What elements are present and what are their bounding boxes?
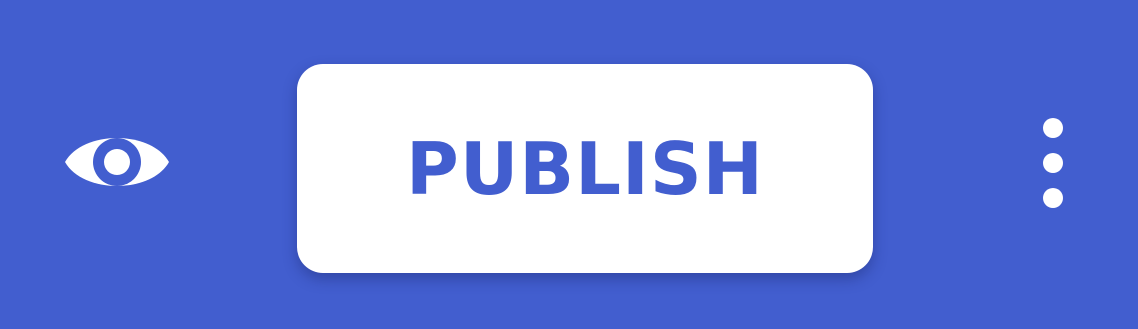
more-options-button[interactable] xyxy=(1025,110,1081,216)
more-vertical-icon xyxy=(1043,118,1063,208)
publish-button-label: PUBLISH xyxy=(406,126,764,211)
preview-button[interactable] xyxy=(58,120,176,204)
publish-button[interactable]: PUBLISH xyxy=(297,64,873,273)
publish-toolbar: PUBLISH xyxy=(0,0,1138,329)
eye-icon xyxy=(65,138,169,186)
